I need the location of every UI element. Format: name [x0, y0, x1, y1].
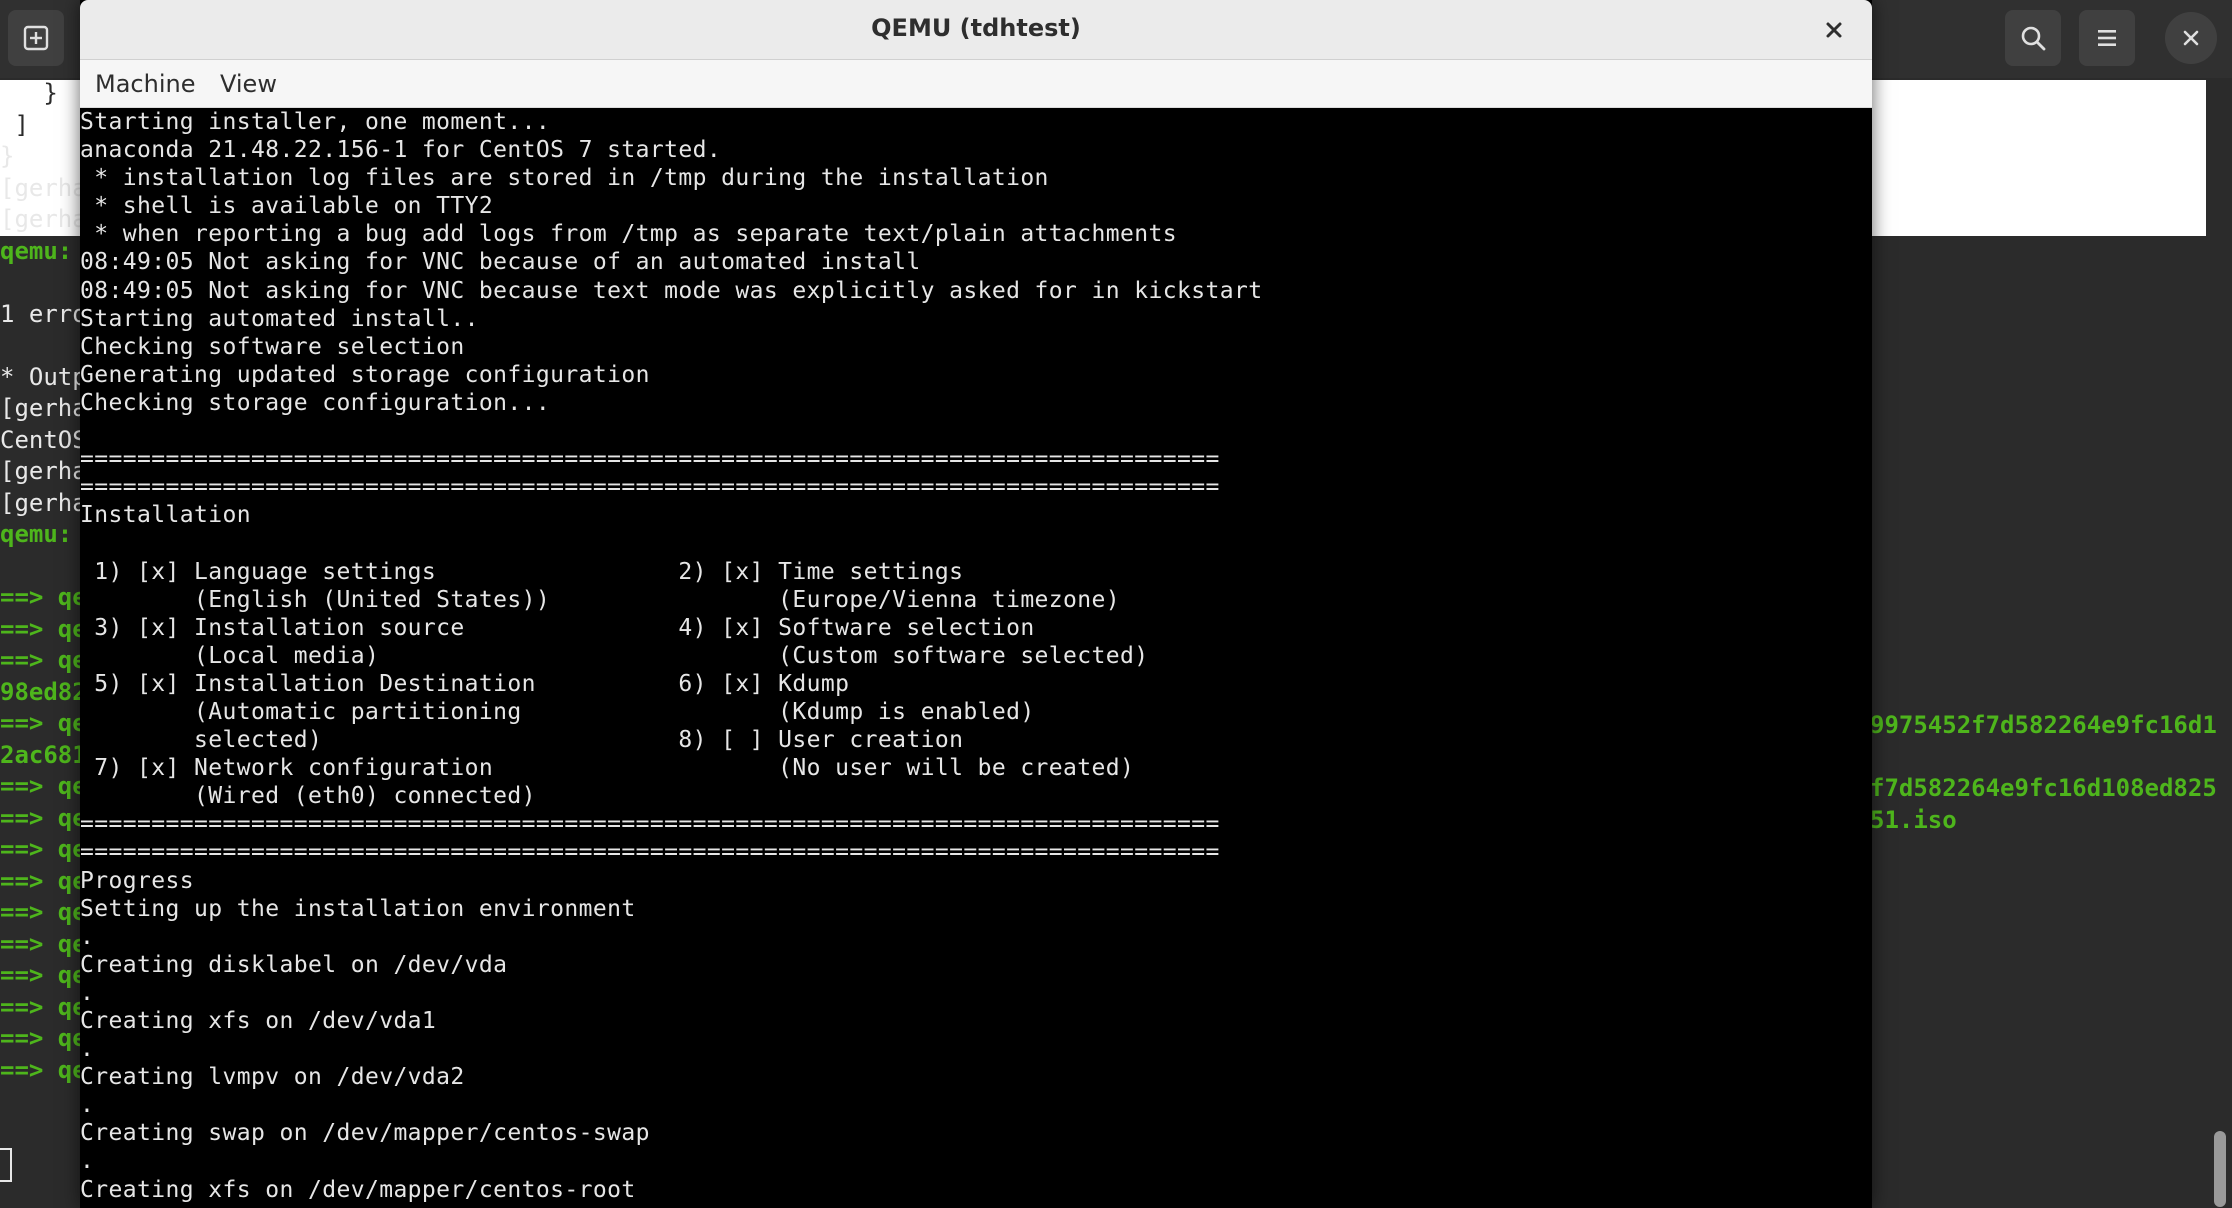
terminal-line-fragment: ]: [0, 110, 29, 139]
search-icon: [2021, 26, 2046, 51]
console-line: ========================================…: [80, 839, 1220, 866]
terminal-line-fragment: ==> qe: [0, 898, 82, 926]
terminal-line-fragment: [0, 330, 82, 362]
terminal-scrollbar[interactable]: [2214, 1131, 2226, 1207]
console-line: .: [80, 923, 95, 950]
terminal-line-fragment: [gerha: [0, 457, 82, 485]
terminal-line-fragment: * Outp: [0, 362, 82, 391]
console-line: 08:49:05 Not asking for VNC because text…: [80, 277, 1263, 304]
vm-console[interactable]: Starting installer, one moment... anacond…: [80, 108, 1872, 1208]
console-line: Creating swap on /dev/mapper/centos-swap: [80, 1120, 650, 1147]
console-line: .: [80, 1148, 95, 1175]
console-line: ========================================…: [80, 474, 1220, 501]
terminal-line-fragment: ==> qe: [0, 835, 82, 863]
menu-view[interactable]: View: [220, 60, 277, 108]
console-line: (Automatic partitioning (Kdump is enable…: [80, 698, 1035, 725]
terminal-line-fragment: ==> qe: [0, 961, 82, 989]
terminal-line-fragment: qemu:: [0, 236, 73, 265]
qemu-menubar: Machine View: [80, 60, 1872, 108]
console-line: anaconda 21.48.22.156-1 for CentOS 7 sta…: [80, 137, 722, 164]
console-line: ========================================…: [80, 811, 1220, 838]
console-line: ========================================…: [80, 446, 1220, 473]
terminal-line-fragment: }: [0, 79, 58, 107]
close-icon: [1826, 22, 1842, 38]
terminal-line-fragment: }: [0, 142, 15, 170]
console-line: 1) [x] Language settings 2) [x] Time set…: [80, 558, 964, 585]
terminal-line-fragment: ==> qe: [0, 614, 82, 643]
terminal-line-fragment: [1870, 742, 2217, 774]
console-line: 08:49:05 Not asking for VNC because of a…: [80, 249, 921, 276]
qemu-close-button[interactable]: [1818, 14, 1850, 46]
qemu-titlebar[interactable]: QEMU (tdhtest): [80, 0, 1872, 60]
terminal-line-fragment: ==> qe: [0, 583, 82, 611]
qemu-window: QEMU (tdhtest) Machine View Starting ins…: [80, 0, 1872, 1208]
terminal-line-fragment: [gerha: [0, 173, 82, 202]
console-line: 3) [x] Installation source 4) [x] Softwa…: [80, 614, 1035, 641]
terminal-line-fragment: CentOS: [0, 425, 82, 454]
console-line: Creating disklabel on /dev/vda: [80, 951, 508, 978]
console-line: Creating xfs on /dev/vda1: [80, 1008, 437, 1034]
console-output: Starting installer, one moment... anacond…: [80, 108, 1263, 1204]
terminal-line-fragment: ==> qe: [0, 1055, 82, 1084]
terminal-line-fragment: ==> qe: [0, 992, 82, 1021]
qemu-window-title: QEMU (tdhtest): [871, 14, 1081, 42]
terminal-line-fragment: 1 erro: [0, 299, 82, 328]
console-line: * installation log files are stored in /…: [80, 165, 1049, 192]
new-tab-icon: [23, 25, 49, 51]
console-line: (Wired (eth0) connected): [80, 783, 536, 810]
console-line: selected) 8) [ ] User creation: [80, 727, 964, 754]
close-icon: [2183, 30, 2199, 46]
console-line: Creating lvmpv on /dev/vda2: [80, 1064, 465, 1091]
terminal-left-output: } ]} [gerha [gerha qemu: 1 erro * Outp [gerha C…: [0, 78, 82, 1086]
console-line: .: [80, 1092, 95, 1119]
terminal-cursor: [0, 1148, 12, 1182]
terminal-line-fragment: ==> qe: [0, 1024, 82, 1052]
console-line: (Local media) (Custom software selected): [80, 642, 1149, 669]
terminal-close-button[interactable]: [2165, 12, 2217, 64]
menu-button[interactable]: [2079, 10, 2135, 66]
search-button[interactable]: [2005, 10, 2061, 66]
console-line: .: [80, 979, 95, 1006]
console-line: Installation: [80, 502, 251, 529]
console-line: Checking software selection: [80, 333, 465, 360]
console-line: Starting installer, one moment...: [80, 109, 551, 135]
hamburger-menu-icon: [2098, 30, 2116, 46]
terminal-line-fragment: ==> qe: [0, 709, 82, 737]
console-line: (English (United States)) (Europe/Vienna…: [80, 586, 1121, 613]
console-line: 7) [x] Network configuration (No user wi…: [80, 755, 1135, 782]
terminal-line-fragment: qemu:: [0, 520, 73, 548]
terminal-line-fragment: ==> qe: [0, 646, 82, 674]
console-line: .: [80, 1036, 95, 1063]
terminal-line-fragment: ==> qe: [0, 772, 82, 800]
console-line: Starting automated install..: [80, 305, 479, 332]
terminal-line-fragment: ==> qe: [0, 803, 82, 832]
console-line: * shell is available on TTY2: [80, 193, 494, 220]
terminal-line-fragment: ==> qe: [0, 866, 82, 895]
console-line: Checking storage configuration...: [80, 389, 551, 416]
console-line: Setting up the installation environment: [80, 895, 636, 922]
console-line: Generating updated storage configuration: [80, 361, 650, 388]
console-line: Progress: [80, 867, 194, 894]
console-line: Creating xfs on /dev/mapper/centos-root: [80, 1176, 636, 1203]
console-line: 5) [x] Installation Destination 6) [x] K…: [80, 670, 850, 697]
terminal-line-fragment: 51.iso: [1870, 805, 1957, 834]
new-tab-button[interactable]: [8, 10, 64, 66]
terminal-right-output: 9975452f7d582264e9fc16d1 f7d582264e9fc16d…: [1870, 710, 2217, 836]
terminal-line-fragment: 2ac681: [0, 740, 82, 769]
menu-machine[interactable]: Machine: [95, 60, 195, 108]
terminal-line-fragment: 9975452f7d582264e9fc16d1: [1870, 711, 2217, 739]
terminal-line-fragment: [0, 551, 82, 583]
terminal-line-fragment: [gerha: [0, 488, 82, 517]
terminal-line-fragment: ==> qe: [0, 929, 82, 958]
terminal-line-fragment: [gerha: [0, 394, 82, 422]
console-line: * when reporting a bug add logs from /tm…: [80, 221, 1178, 248]
terminal-line-fragment: f7d582264e9fc16d108ed825: [1870, 774, 2217, 802]
terminal-line-fragment: 98ed82: [0, 677, 82, 706]
terminal-line-fragment: [gerha: [0, 205, 82, 233]
terminal-line-fragment: [0, 267, 82, 299]
